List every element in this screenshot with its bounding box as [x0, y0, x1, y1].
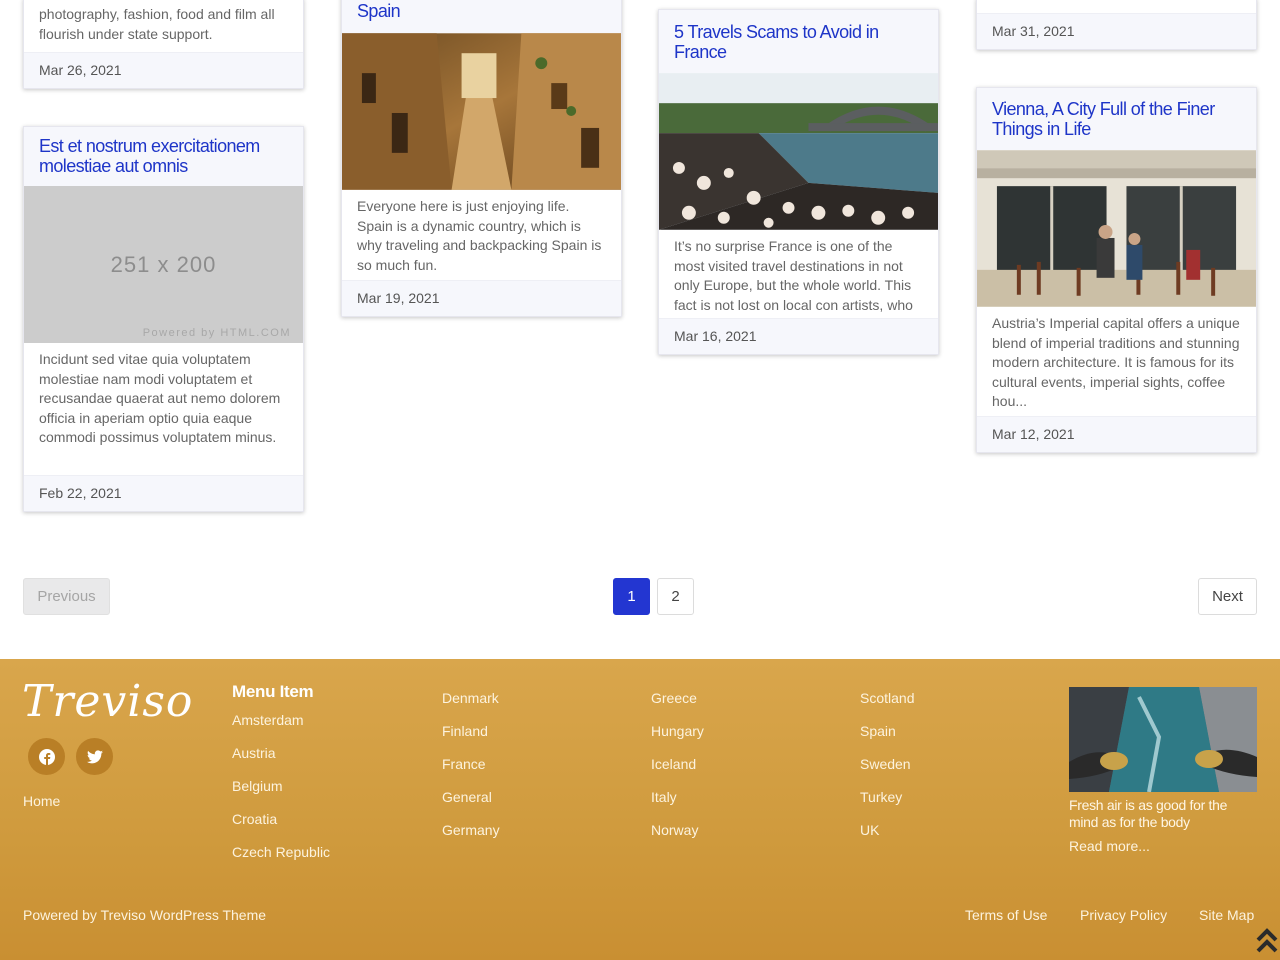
- footer-menu-item-uk[interactable]: UK: [860, 822, 879, 838]
- footer-menu-item-amsterdam[interactable]: Amsterdam: [232, 712, 304, 728]
- footer-promo-image[interactable]: [1069, 687, 1257, 792]
- post-image[interactable]: [977, 150, 1256, 307]
- post-date: Feb 22, 2021: [24, 475, 303, 511]
- footer-menu-item-france[interactable]: France: [442, 756, 486, 772]
- footer-menu-item-denmark[interactable]: Denmark: [442, 690, 499, 706]
- footer-privacy-link[interactable]: Privacy Policy: [1080, 907, 1167, 923]
- footer-home-link[interactable]: Home: [23, 793, 60, 809]
- footer-menu-item-austria[interactable]: Austria: [232, 745, 276, 761]
- footer-menu-item-turkey[interactable]: Turkey: [860, 789, 902, 805]
- post-date: Mar 31, 2021: [977, 13, 1256, 49]
- footer-terms-link[interactable]: Terms of Use: [965, 907, 1047, 923]
- footer-read-more-link[interactable]: Read more...: [1069, 838, 1150, 854]
- post-card: photography, fashion, food and film all …: [23, 0, 304, 89]
- twitter-icon[interactable]: [76, 738, 113, 775]
- footer-menu-item-belgium[interactable]: Belgium: [232, 778, 283, 794]
- post-excerpt: Incidunt sed vitae quia voluptatem moles…: [39, 351, 281, 446]
- page-2-button[interactable]: 2: [657, 578, 694, 615]
- post-title[interactable]: Vienna, A City Full of the Finer Things …: [977, 88, 1256, 150]
- post-title[interactable]: 5 Travels Scams to Avoid in France: [659, 10, 938, 73]
- placeholder-size-label: 251 x 200: [110, 252, 217, 277]
- post-excerpt: Everyone here is just enjoying life. Spa…: [357, 198, 602, 273]
- france-riverside-crowd-photo: [659, 73, 938, 230]
- double-chevron-up-icon[interactable]: [1256, 928, 1278, 954]
- post-date: Mar 12, 2021: [977, 416, 1256, 452]
- footer-menu-item-scotland[interactable]: Scotland: [860, 690, 914, 706]
- post-card: 5 Travels Scams to Avoid in France It’s …: [658, 9, 939, 355]
- footer-menu-item-czech-republic[interactable]: Czech Republic: [232, 844, 330, 860]
- footer-menu-item-italy[interactable]: Italy: [651, 789, 677, 805]
- page-1-button[interactable]: 1: [613, 578, 650, 615]
- post-title[interactable]: Spain: [342, 0, 621, 33]
- footer-menu-item-germany[interactable]: Germany: [442, 822, 500, 838]
- previous-page-button[interactable]: Previous: [23, 578, 110, 615]
- footer-menu-item-sweden[interactable]: Sweden: [860, 756, 911, 772]
- post-image[interactable]: [659, 73, 938, 230]
- footer-menu-heading: Menu Item: [232, 682, 314, 701]
- footer-menu-item-greece[interactable]: Greece: [651, 690, 697, 706]
- post-excerpt: photography, fashion, food and film all …: [39, 6, 275, 42]
- post-title[interactable]: Est et nostrum exercitationem molestiae …: [24, 127, 303, 186]
- post-image-placeholder[interactable]: 251 x 200 Powered by HTML.COM: [24, 186, 303, 343]
- spain-street-photo: [342, 33, 621, 190]
- footer-brand-logo[interactable]: Treviso: [22, 676, 193, 727]
- footer-menu-item-norway[interactable]: Norway: [651, 822, 698, 838]
- post-card: Mar 31, 2021: [976, 0, 1257, 50]
- post-date: Mar 16, 2021: [659, 318, 938, 354]
- post-card: Vienna, A City Full of the Finer Things …: [976, 87, 1257, 453]
- cliff-feet-photo: [1069, 687, 1257, 792]
- facebook-icon[interactable]: [28, 738, 65, 775]
- footer-menu-item-iceland[interactable]: Iceland: [651, 756, 696, 772]
- footer-menu-item-general[interactable]: General: [442, 789, 492, 805]
- footer-menu-item-croatia[interactable]: Croatia: [232, 811, 277, 827]
- post-image[interactable]: [342, 33, 621, 190]
- vienna-cafe-photo: [977, 150, 1256, 307]
- footer-sitemap-link[interactable]: Site Map: [1199, 907, 1254, 923]
- footer-powered-by[interactable]: Powered by Treviso WordPress Theme: [23, 907, 266, 923]
- footer-menu-item-spain[interactable]: Spain: [860, 723, 896, 739]
- next-page-button[interactable]: Next: [1198, 578, 1257, 615]
- footer-menu-item-finland[interactable]: Finland: [442, 723, 488, 739]
- footer-menu-item-hungary[interactable]: Hungary: [651, 723, 704, 739]
- post-date: Mar 26, 2021: [24, 52, 303, 88]
- post-excerpt: Austria’s Imperial capital offers a uniq…: [992, 315, 1240, 410]
- footer-promo-caption[interactable]: Fresh air is as good for the mind as for…: [1069, 797, 1257, 831]
- placeholder-watermark: Powered by HTML.COM: [142, 327, 291, 339]
- post-card: Est et nostrum exercitationem molestiae …: [23, 126, 304, 512]
- post-card: Spain Everyone here is just enjoying lif…: [341, 0, 622, 317]
- post-date: Mar 19, 2021: [342, 280, 621, 316]
